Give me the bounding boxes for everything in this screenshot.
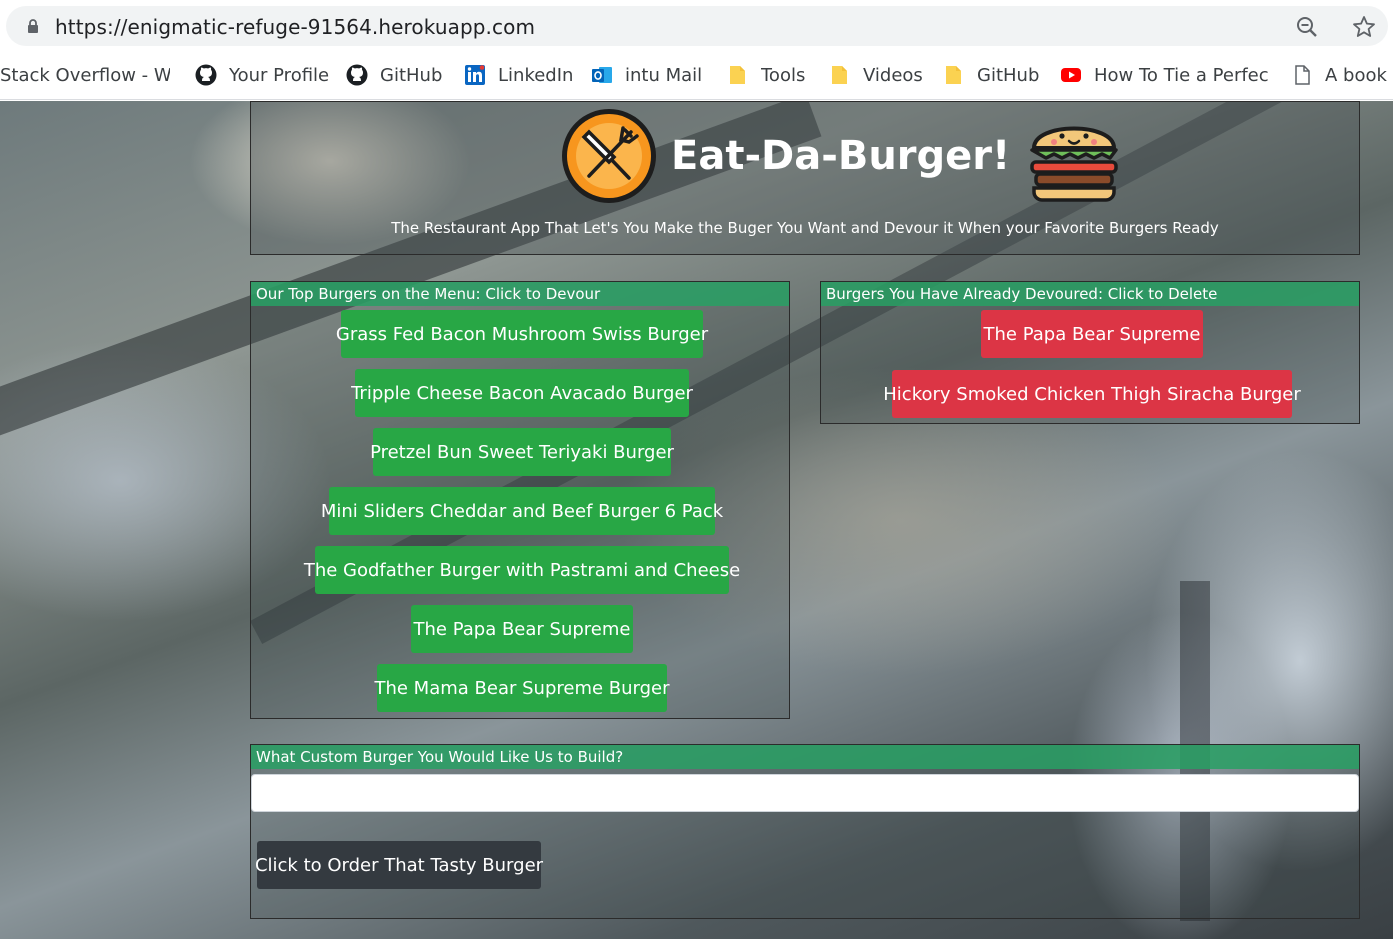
bookmark-label: How To Tie a Perfect: [1094, 64, 1268, 86]
linkedin-icon: [465, 65, 485, 85]
order-burger-button[interactable]: Click to Order That Tasty Burger: [255, 841, 543, 889]
custom-burger-panel: What Custom Burger You Would Like Us to …: [250, 744, 1360, 919]
bookmark-label: Your Profile: [229, 64, 330, 86]
devour-burger-button[interactable]: Mini Sliders Cheddar and Beef Burger 6 P…: [321, 487, 723, 535]
folder-icon: [832, 66, 847, 84]
bookmark-label: Tools: [761, 64, 806, 86]
devour-burger-button[interactable]: The Papa Bear Supreme: [411, 605, 633, 653]
bookmark-folder-github[interactable]: GitHub: [943, 63, 1039, 87]
bookmark-linkedin[interactable]: LinkedIn: [464, 63, 573, 87]
bookmark-label: A book c: [1325, 64, 1393, 86]
custom-burger-input[interactable]: [251, 774, 1359, 812]
bookmarks-bar: Stack Overflow - Whe Your Profile GitHub…: [0, 52, 1393, 100]
github-icon: [195, 64, 217, 86]
outlook-icon: [592, 67, 612, 83]
bookmark-stack-overflow[interactable]: Stack Overflow - Whe: [0, 63, 170, 87]
delete-burger-button[interactable]: The Papa Bear Supreme: [981, 310, 1203, 358]
burger-icon: [1030, 126, 1119, 202]
lock-icon[interactable]: [26, 19, 40, 33]
zoom-icon[interactable]: [1296, 16, 1318, 38]
bookmark-your-profile[interactable]: Your Profile: [195, 63, 329, 87]
bookmark-a-book[interactable]: A book c: [1291, 63, 1393, 87]
devoured-panel: Burgers You Have Already Devoured: Click…: [820, 281, 1360, 424]
url-text[interactable]: https://enigmatic-refuge-91564.herokuapp…: [55, 15, 535, 39]
devour-burger-button[interactable]: The Godfather Burger with Pastrami and C…: [304, 546, 740, 594]
page-background: Eat-Da-Burger! The Restaurant App That L…: [0, 101, 1393, 939]
bookmark-label: GitHub: [380, 64, 443, 86]
page-icon: [1295, 65, 1310, 85]
fork-knife-icon: [562, 109, 656, 203]
bookmark-intu-mail[interactable]: intu Mail: [591, 63, 702, 87]
header-panel: Eat-Da-Burger! The Restaurant App That L…: [250, 101, 1360, 255]
devour-burger-button[interactable]: Grass Fed Bacon Mushroom Swiss Burger: [336, 310, 708, 358]
bookmark-github[interactable]: GitHub: [346, 63, 442, 87]
menu-heading: Our Top Burgers on the Menu: Click to De…: [251, 282, 789, 306]
bookmark-label: GitHub: [977, 64, 1040, 86]
bookmark-star-icon[interactable]: [1352, 15, 1376, 39]
devour-burger-button[interactable]: The Mama Bear Supreme Burger: [374, 664, 670, 712]
delete-burger-button[interactable]: Hickory Smoked Chicken Thigh Siracha Bur…: [883, 370, 1301, 418]
browser-toolbar: https://enigmatic-refuge-91564.herokuapp…: [0, 0, 1393, 52]
devour-burger-button[interactable]: Pretzel Bun Sweet Teriyaki Burger: [370, 428, 674, 476]
bookmark-folder-tools[interactable]: Tools: [727, 63, 805, 87]
page-title: Eat-Da-Burger!: [671, 133, 1011, 179]
folder-icon: [946, 66, 961, 84]
bookmark-label: Videos: [863, 64, 923, 86]
bookmark-label: Stack Overflow - Whe: [0, 64, 170, 86]
github-icon: [346, 64, 368, 86]
title-row: Eat-Da-Burger!: [559, 106, 1124, 206]
address-bar[interactable]: https://enigmatic-refuge-91564.herokuapp…: [6, 6, 1388, 46]
devoured-heading: Burgers You Have Already Devoured: Click…: [821, 282, 1359, 306]
bookmark-label: intu Mail: [625, 64, 703, 86]
devour-burger-button[interactable]: Tripple Cheese Bacon Avacado Burger: [351, 369, 693, 417]
bookmark-label: LinkedIn: [498, 64, 574, 86]
bookmark-folder-videos[interactable]: Videos: [829, 63, 923, 87]
bookmark-youtube-tie[interactable]: How To Tie a Perfect: [1060, 63, 1268, 87]
youtube-icon: [1061, 68, 1081, 82]
folder-icon: [730, 66, 745, 84]
page-subtitle: The Restaurant App That Let's You Make t…: [391, 219, 1219, 237]
custom-heading: What Custom Burger You Would Like Us to …: [251, 745, 1359, 769]
menu-panel: Our Top Burgers on the Menu: Click to De…: [250, 281, 790, 719]
